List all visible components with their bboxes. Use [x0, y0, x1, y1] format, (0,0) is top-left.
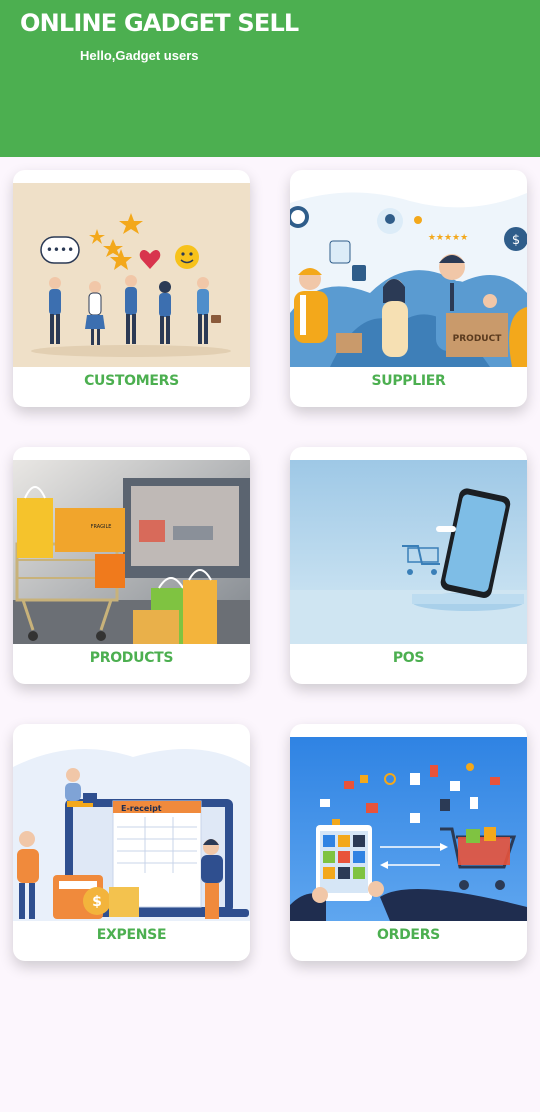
expense-illustration: E-receipt $ — [13, 737, 250, 921]
orders-illustration — [290, 737, 527, 921]
customers-label: CUSTOMERS — [84, 373, 179, 389]
pos-label: POS — [392, 650, 425, 666]
expense-label: EXPENSE — [96, 927, 167, 943]
products-label: PRODUCTS — [89, 650, 174, 666]
svg-text:$: $ — [92, 894, 102, 910]
orders-label: ORDERS — [377, 927, 440, 943]
supplier-box-text: PRODUCT — [453, 334, 503, 344]
supplier-illustration: $ ★★★★★ PRODUCT — [290, 183, 527, 367]
supplier-card[interactable]: $ ★★★★★ PRODUCT SUPPLIER — [290, 170, 527, 407]
app-subtitle: Hello,Gadget users — [80, 48, 199, 63]
products-card[interactable]: FRAGILE PRODUCTS — [13, 447, 250, 684]
pos-illustration — [290, 460, 527, 644]
expense-receipt-title: E-receipt — [121, 804, 162, 813]
app-header: ONLINE GADGET SELL Hello,Gadget users — [0, 0, 540, 157]
app-title: ONLINE GADGET SELL — [20, 9, 299, 37]
pos-card[interactable]: POS — [290, 447, 527, 684]
svg-text:★★★★★: ★★★★★ — [428, 233, 468, 243]
expense-card[interactable]: E-receipt $ EXPENSE — [13, 724, 250, 961]
supplier-label: SUPPLIER — [371, 373, 446, 389]
customers-card[interactable]: •••• CUSTOMERS — [13, 170, 250, 407]
products-box-text: FRAGILE — [91, 524, 112, 530]
products-illustration: FRAGILE — [13, 460, 250, 644]
orders-card[interactable]: ORDERS — [290, 724, 527, 961]
svg-text:$: $ — [512, 233, 520, 248]
customers-illustration: •••• — [13, 183, 250, 367]
svg-text:••••: •••• — [46, 243, 74, 257]
